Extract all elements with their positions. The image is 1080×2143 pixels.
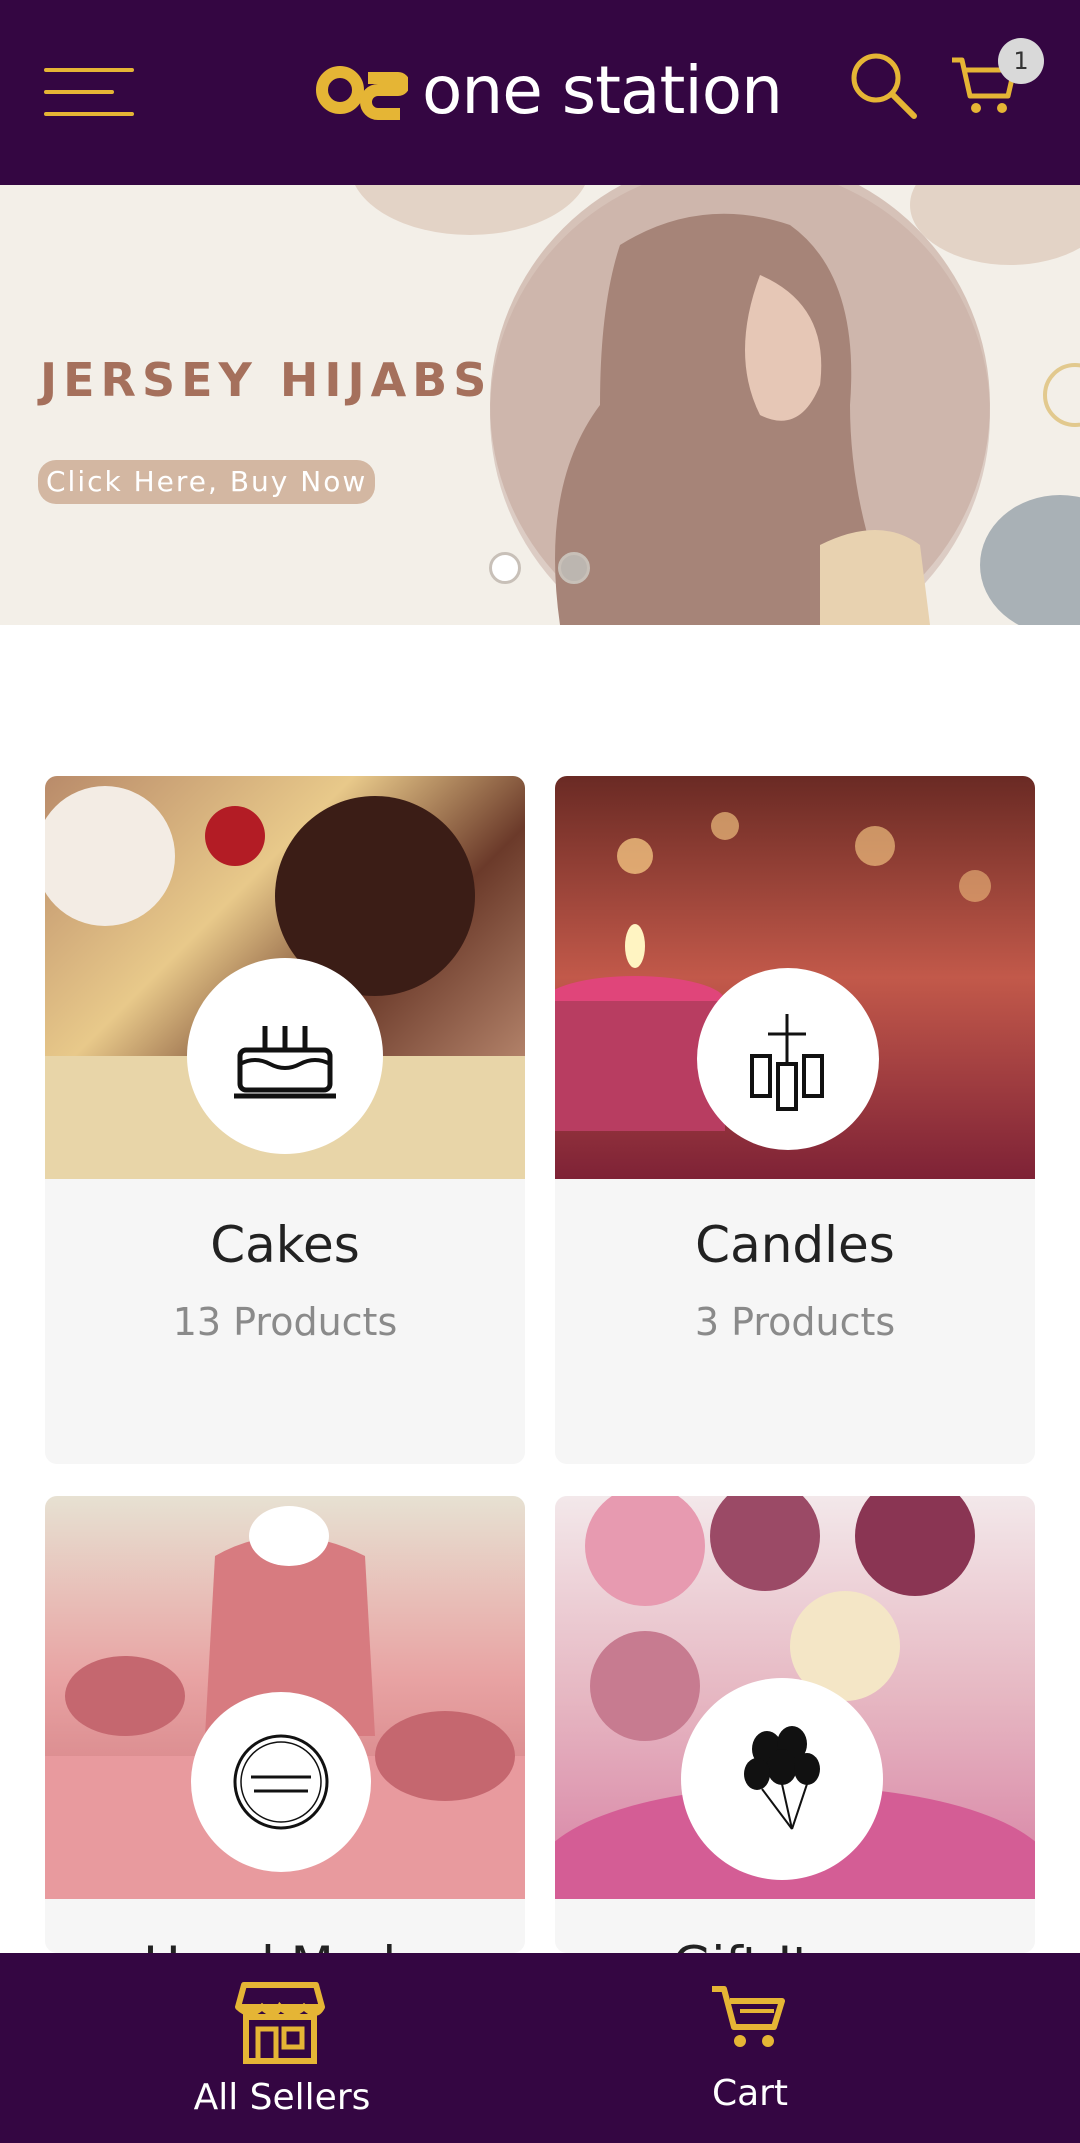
category-card-cakes[interactable]: Cakes 13 Products [45, 776, 525, 1464]
category-icon-badge [187, 958, 383, 1154]
category-card-gifts[interactable]: Gift Items [555, 1496, 1035, 1953]
logo-mark-icon [316, 66, 408, 120]
menu-icon-bar [44, 90, 114, 94]
banner-cta-button[interactable]: Click Here, Buy Now [38, 460, 376, 504]
handmade-badge-icon [233, 1734, 329, 1830]
category-name: Candles [695, 1216, 895, 1274]
bottom-navigation: All Sellers Cart [0, 1953, 1080, 2143]
category-card-candles[interactable]: Candles 3 Products [555, 776, 1035, 1464]
candles-icon [750, 1014, 824, 1111]
store-icon [235, 1982, 325, 2064]
nav-label: Cart [711, 2073, 789, 2114]
category-count: 13 Products [172, 1300, 398, 1344]
cart-icon [712, 1986, 785, 2047]
category-icon-badge [191, 1692, 371, 1872]
carousel-dot-2[interactable] [558, 552, 590, 584]
category-icon-badge [697, 968, 879, 1150]
menu-icon-bar [44, 68, 134, 72]
carousel-dot-1[interactable] [489, 552, 521, 584]
search-button[interactable] [848, 50, 918, 120]
cart-count-badge: 1 [998, 38, 1044, 84]
category-name: Hand Made [45, 1936, 525, 1953]
promo-banner[interactable]: JERSEY HIJABS Click Here, Buy Now [0, 185, 1080, 625]
category-icon-badge [681, 1678, 883, 1880]
category-name: Cakes [210, 1216, 360, 1274]
nav-all-sellers[interactable]: All Sellers [12, 1953, 552, 2143]
balloons-icon [744, 1726, 820, 1830]
cake-icon [234, 1026, 336, 1099]
brand-name: one station [422, 51, 783, 129]
nav-cart[interactable]: Cart [480, 1953, 1020, 2143]
menu-icon-bar [44, 112, 134, 116]
banner-title: JERSEY HIJABS [40, 353, 493, 407]
category-name: Gift Items [555, 1936, 1035, 1953]
category-card-handmade[interactable]: Hand Made [45, 1496, 525, 1953]
menu-button[interactable] [44, 68, 136, 118]
app-header: one station 1 [0, 0, 1080, 185]
search-icon [851, 53, 917, 119]
category-count: 3 Products [694, 1300, 896, 1344]
brand-logo[interactable]: one station [316, 52, 783, 129]
nav-label: All Sellers [193, 2077, 371, 2118]
